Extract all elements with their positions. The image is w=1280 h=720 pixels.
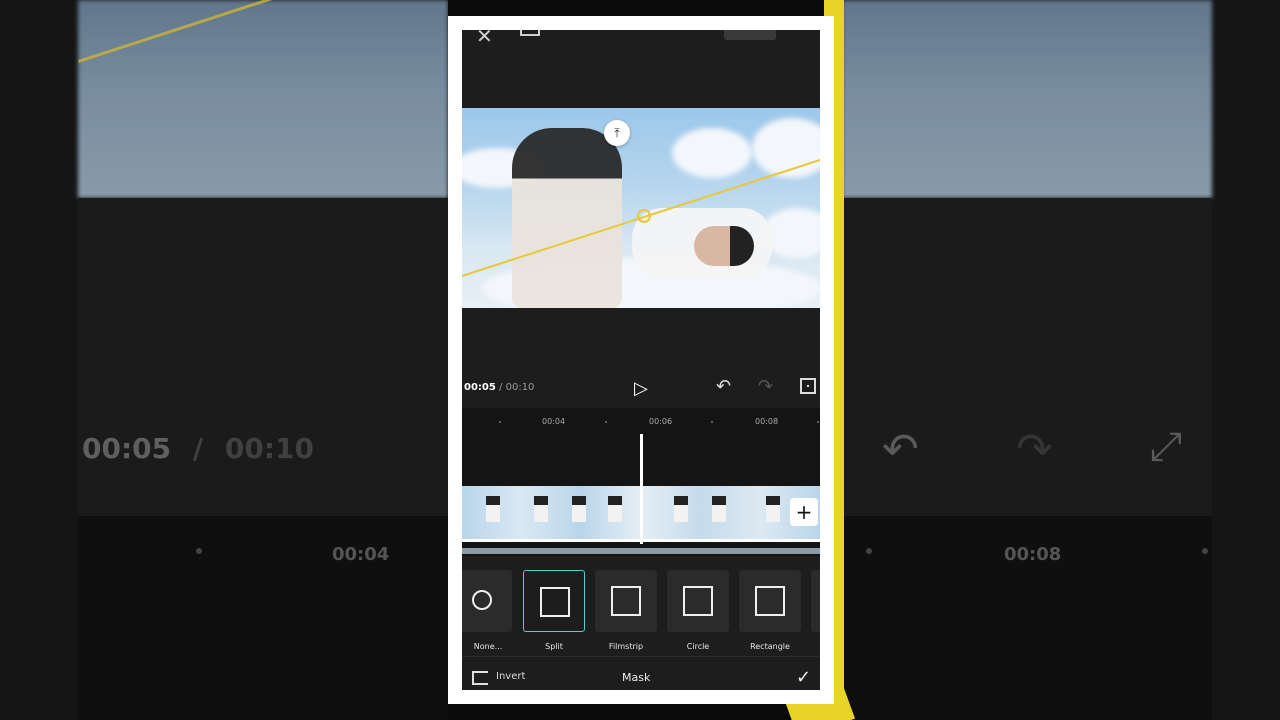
- background-right: ↶ ↷ ⤢ 00:08: [836, 0, 1280, 720]
- duration: 00:10: [505, 382, 535, 393]
- export-button[interactable]: [724, 30, 776, 40]
- rectangle-mask-icon: [755, 586, 785, 616]
- playback-controls: 00:05 / 00:10 ▷ ↶ ↷: [462, 308, 820, 408]
- panel-title: Mask: [622, 671, 651, 684]
- background-duration: 00:10: [224, 432, 315, 465]
- background-left: 00:05 / 00:10 00:04: [0, 0, 448, 720]
- track-thumbnail: [766, 496, 780, 522]
- playhead[interactable]: [640, 434, 643, 544]
- video-frame: 00:05 / 00:10 00:04 ↶ ↷ ⤢ 00:08 ✕ ⤒ 00:0…: [0, 0, 1280, 720]
- redo-icon[interactable]: ↷: [758, 376, 773, 397]
- background-tick-dot: [1202, 548, 1208, 554]
- background-separator: /: [192, 432, 204, 465]
- timecode: 00:05 / 00:10: [464, 382, 534, 393]
- close-icon[interactable]: ✕: [476, 30, 493, 48]
- mask-option-circle[interactable]: [667, 570, 729, 632]
- undo-icon[interactable]: ↶: [716, 376, 731, 397]
- current-time: 00:05: [464, 382, 496, 393]
- background-fullscreen-icon: ⤢: [1150, 424, 1182, 470]
- rotate-mask-icon[interactable]: ⤒: [604, 120, 630, 146]
- track-thumbnail: [608, 496, 622, 522]
- invert-button[interactable]: Invert: [496, 671, 525, 682]
- mask-option-none[interactable]: [462, 570, 512, 632]
- ruler-dot: [499, 421, 501, 423]
- ruler-tick: 00:08: [755, 417, 779, 426]
- phone-frame: ✕ ⤒ 00:05 / 00:10 ▷ ↶ ↷ 00:04 00:06 00:0…: [448, 16, 834, 704]
- none-icon: [472, 590, 492, 610]
- ruler-dot: [711, 421, 713, 423]
- mask-option-rectangle[interactable]: [739, 570, 801, 632]
- track-thumbnail: [486, 496, 500, 522]
- background-photo: [78, 0, 448, 198]
- mask-option-label: Circle: [686, 642, 710, 651]
- filmstrip-mask-icon: [611, 586, 641, 616]
- background-panel: [78, 198, 448, 516]
- editor-screen: ✕ ⤒ 00:05 / 00:10 ▷ ↶ ↷ 00:04 00:06 00:0…: [462, 30, 820, 690]
- play-icon[interactable]: ▷: [634, 378, 648, 399]
- background-tick-dot: [196, 548, 202, 554]
- background-tick-label: 00:04: [332, 544, 390, 565]
- confirm-check-icon[interactable]: ✓: [796, 667, 811, 688]
- bottom-bar: Invert Mask ✓: [462, 656, 820, 690]
- mask-option-label: Rectangle: [750, 642, 790, 651]
- timeline[interactable]: 00:04 00:06 00:08 +: [462, 408, 820, 566]
- background-timecode: 00:05 / 00:10: [82, 432, 314, 465]
- track-thumbnail: [712, 496, 726, 522]
- time-separator: /: [499, 382, 503, 393]
- background-redo-icon: ↷: [1016, 424, 1053, 475]
- background-undo-icon: ↶: [882, 424, 919, 475]
- invert-icon[interactable]: [472, 671, 488, 685]
- ruler-tick: 00:06: [649, 417, 673, 426]
- mask-option-filmstrip[interactable]: [595, 570, 657, 632]
- mask-option-label: Filmstrip: [608, 642, 644, 651]
- ruler-dot: [817, 421, 819, 423]
- background-current-time: 00:05: [82, 432, 172, 465]
- track-thumbnail: [534, 496, 548, 522]
- mask-options: None... Split Filmstrip Circle Rectangle: [462, 556, 820, 656]
- track-thumbnail: [674, 496, 688, 522]
- track-underlay: [462, 548, 820, 554]
- circle-mask-icon: [683, 586, 713, 616]
- ruler-dot: [605, 421, 607, 423]
- video-preview[interactable]: ⤒: [462, 108, 820, 308]
- top-bar: ✕: [462, 30, 820, 108]
- fullscreen-icon[interactable]: [800, 378, 816, 394]
- mask-line[interactable]: [462, 159, 820, 277]
- background-photo: [842, 0, 1212, 198]
- mask-option-label: Split: [545, 642, 563, 651]
- background-lower: [78, 516, 448, 720]
- background-tick-label: 00:08: [1004, 544, 1062, 565]
- track-thumbnail: [572, 496, 586, 522]
- split-mask-overlay[interactable]: [462, 108, 820, 308]
- add-clip-button[interactable]: +: [790, 498, 818, 526]
- mask-option-next[interactable]: [811, 570, 820, 632]
- mask-option-split[interactable]: [523, 570, 585, 632]
- tutorial-icon[interactable]: [520, 30, 540, 36]
- split-mask-icon: [540, 587, 570, 617]
- background-tick-dot: [866, 548, 872, 554]
- ruler-tick: 00:04: [542, 417, 566, 426]
